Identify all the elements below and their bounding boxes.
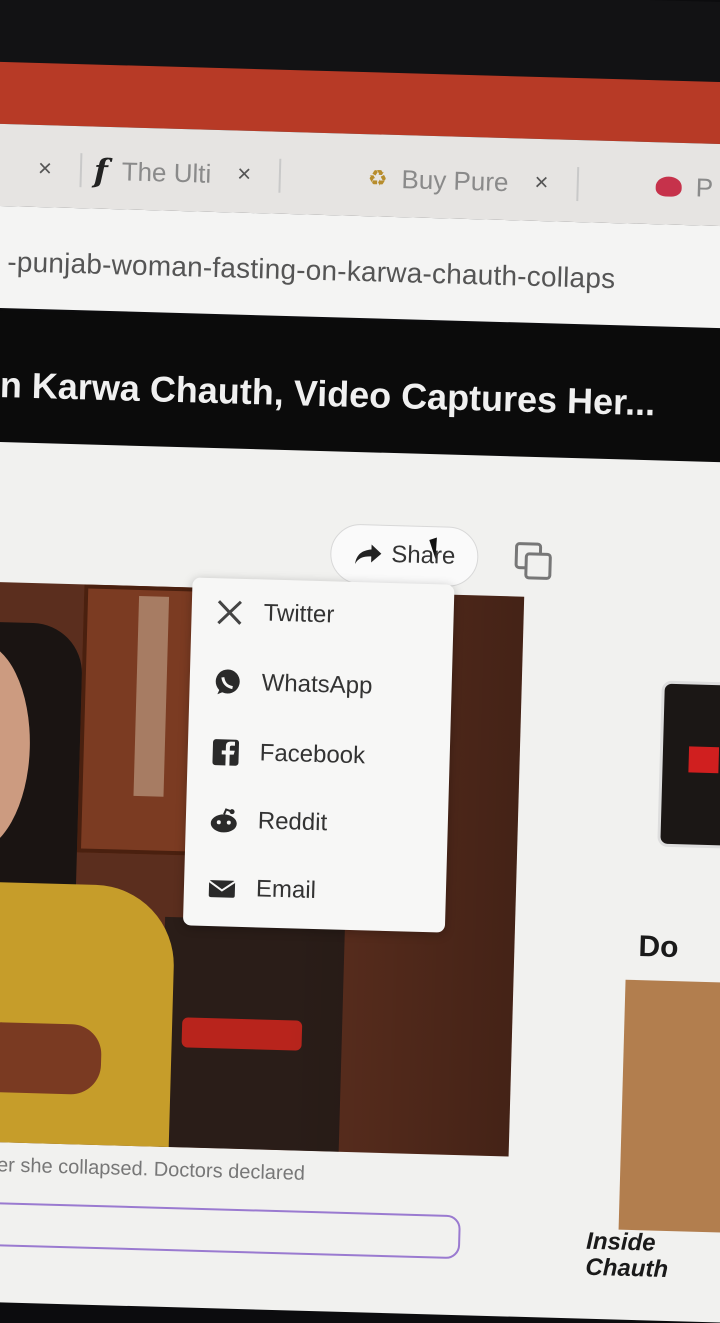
tab-label: The Ulti [121,155,212,189]
share-menu-item-email[interactable]: Email [205,868,316,911]
bird-logo-icon [655,176,682,197]
sidebar-video-thumb[interactable] [657,680,720,850]
share-menu-item-reddit[interactable]: Reddit [207,800,328,843]
article-title-bar: n Karwa Chauth, Video Captures Her... [0,309,720,464]
copy-link-icon[interactable] [513,540,554,581]
share-menu: Twitter WhatsApp Facebook Reddit Email [182,577,455,933]
share-button[interactable]: Share [329,523,480,588]
sidebar-story-title-line: Inside [585,1227,656,1257]
tab-divider [278,158,282,193]
x-twitter-icon [213,596,246,629]
share-arrow-icon [355,544,382,564]
share-menu-label: WhatsApp [261,669,373,700]
share-menu-label: Facebook [259,739,366,770]
sidebar-story-title-line: Chauth [585,1253,669,1284]
close-icon[interactable]: × [38,155,53,183]
tab-0[interactable]: × [11,144,83,194]
tab-label: Buy Pure [401,163,509,197]
close-icon[interactable]: × [237,161,252,189]
sidebar-story-title[interactable]: Inside Chauth [585,1227,669,1284]
whatsapp-icon [211,666,244,699]
share-menu-item-twitter[interactable]: Twitter [213,592,335,635]
sidebar-story-image[interactable] [618,979,720,1233]
sidebar-heading: Do [638,930,679,965]
recycle-icon: ♻ [367,165,388,191]
address-bar[interactable]: -punjab-woman-fasting-on-karwa-chauth-co… [0,205,720,330]
tab-divider [575,167,579,202]
tab-buy-pure[interactable]: ♻ Buy Pure × [367,154,579,208]
comment-box[interactable] [0,1200,461,1260]
close-icon[interactable]: × [534,169,549,197]
browser-screen: × f The Ulti × ♻ Buy Pure × P -punjab-wo… [0,0,720,1323]
share-menu-label: Twitter [263,599,335,629]
tab-the-ultimate[interactable]: f The Ulti × [93,147,282,200]
tab-p[interactable]: P [655,162,714,212]
share-menu-item-whatsapp[interactable]: WhatsApp [211,662,373,706]
article-title: n Karwa Chauth, Video Captures Her... [0,364,656,424]
share-menu-label: Email [255,875,317,905]
thumb-red-text [688,746,720,774]
share-menu-label: Reddit [257,807,328,837]
envelope-icon [206,872,239,905]
reddit-icon [207,804,240,837]
f-logo-icon: f [93,151,109,190]
tab-label: P [695,171,714,203]
article-content: Share tal after she collapsed. Doctors d… [0,441,720,1323]
share-menu-item-facebook[interactable]: Facebook [209,732,365,776]
url-text[interactable]: -punjab-woman-fasting-on-karwa-chauth-co… [7,246,616,295]
tab-divider [79,153,83,188]
photo-caption: tal after she collapsed. Doctors declare… [0,1153,306,1185]
facebook-icon [209,736,242,769]
